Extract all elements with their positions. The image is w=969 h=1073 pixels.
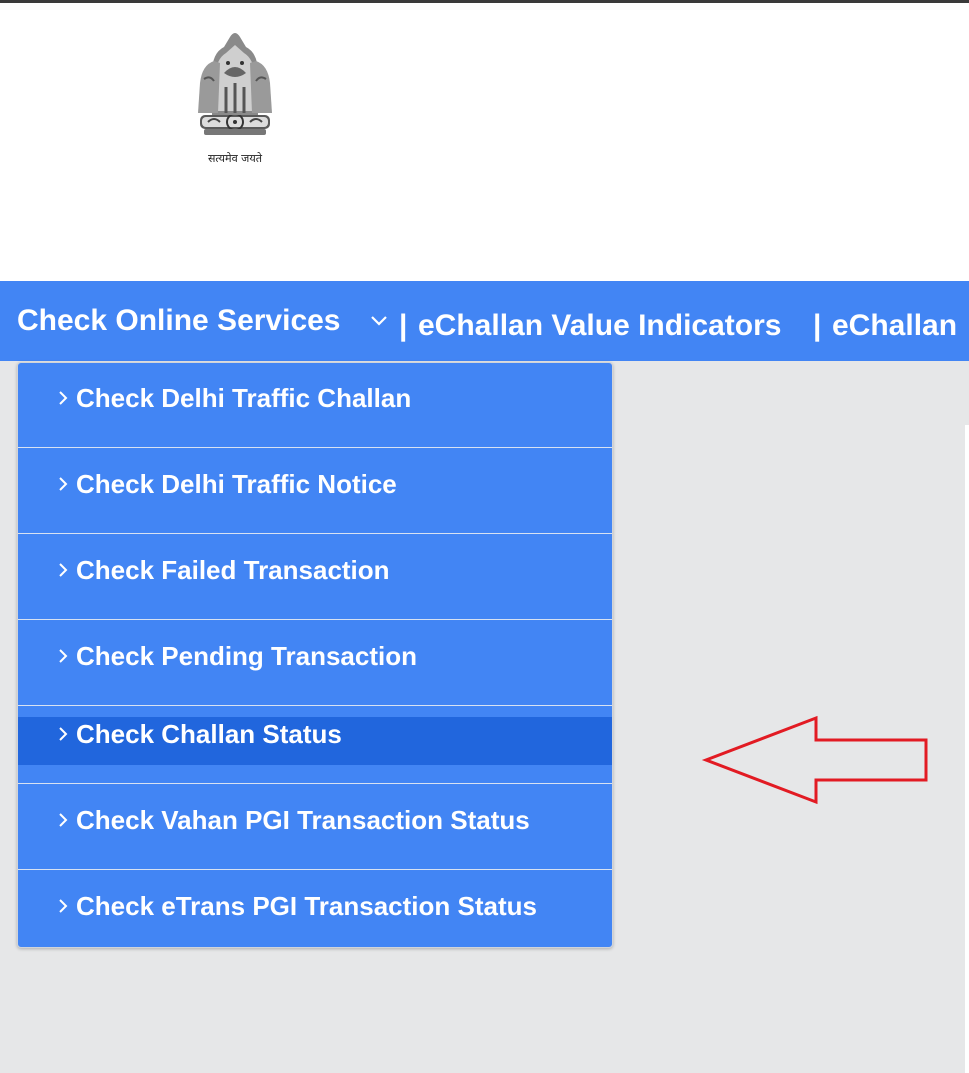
menu-item-label: Check Delhi Traffic Notice <box>76 469 397 499</box>
content-panel-edge <box>965 425 969 1073</box>
menu-item-pending-transaction[interactable]: Check Pending Transaction <box>18 621 612 706</box>
menu-item-label: Check Challan Status <box>76 719 342 749</box>
menu-item-failed-transaction[interactable]: Check Failed Transaction <box>18 535 612 620</box>
chevron-right-icon <box>59 649 68 663</box>
chevron-right-icon <box>59 391 68 405</box>
nav-echallan-value-indicators[interactable]: eChallan Value Indicators <box>418 308 781 344</box>
chevron-right-icon <box>59 727 68 741</box>
nav-echallan[interactable]: eChallan <box>832 308 957 344</box>
menu-item-label: Check Pending Transaction <box>76 641 417 671</box>
emblem-motto: सत्यमेव जयते <box>207 152 262 165</box>
chevron-right-icon <box>59 477 68 491</box>
chevron-down-icon[interactable] <box>370 315 388 327</box>
menu-item-label: Check Failed Transaction <box>76 555 390 585</box>
nav-separator: | <box>813 309 822 342</box>
online-services-dropdown: Check Delhi Traffic Challan Check Delhi … <box>17 362 613 948</box>
menu-item-delhi-traffic-notice[interactable]: Check Delhi Traffic Notice <box>18 449 612 534</box>
chevron-right-icon <box>59 899 68 913</box>
red-arrow-left-annotation <box>701 715 928 805</box>
main-navbar: Check Online Services | eChallan Value I… <box>0 281 969 361</box>
menu-item-vahan-pgi-status[interactable]: Check Vahan PGI Transaction Status <box>18 785 612 870</box>
menu-item-delhi-traffic-challan[interactable]: Check Delhi Traffic Challan <box>18 363 612 448</box>
menu-item-label: Check Vahan PGI Transaction Status <box>76 805 530 835</box>
menu-item-label: Check eTrans PGI Transaction Status <box>76 891 537 921</box>
chevron-right-icon <box>59 563 68 577</box>
nav-check-online-services[interactable]: Check Online Services <box>17 303 341 339</box>
national-emblem-icon: सत्यमेव जयते <box>190 23 280 171</box>
site-header: सत्यमेव जयते <box>0 3 969 281</box>
menu-item-label: Check Delhi Traffic Challan <box>76 383 412 413</box>
nav-separator: | <box>399 309 408 342</box>
menu-item-challan-status[interactable]: Check Challan Status <box>18 699 612 784</box>
chevron-right-icon <box>59 813 68 827</box>
menu-item-etrans-pgi-status[interactable]: Check eTrans PGI Transaction Status <box>18 871 612 947</box>
